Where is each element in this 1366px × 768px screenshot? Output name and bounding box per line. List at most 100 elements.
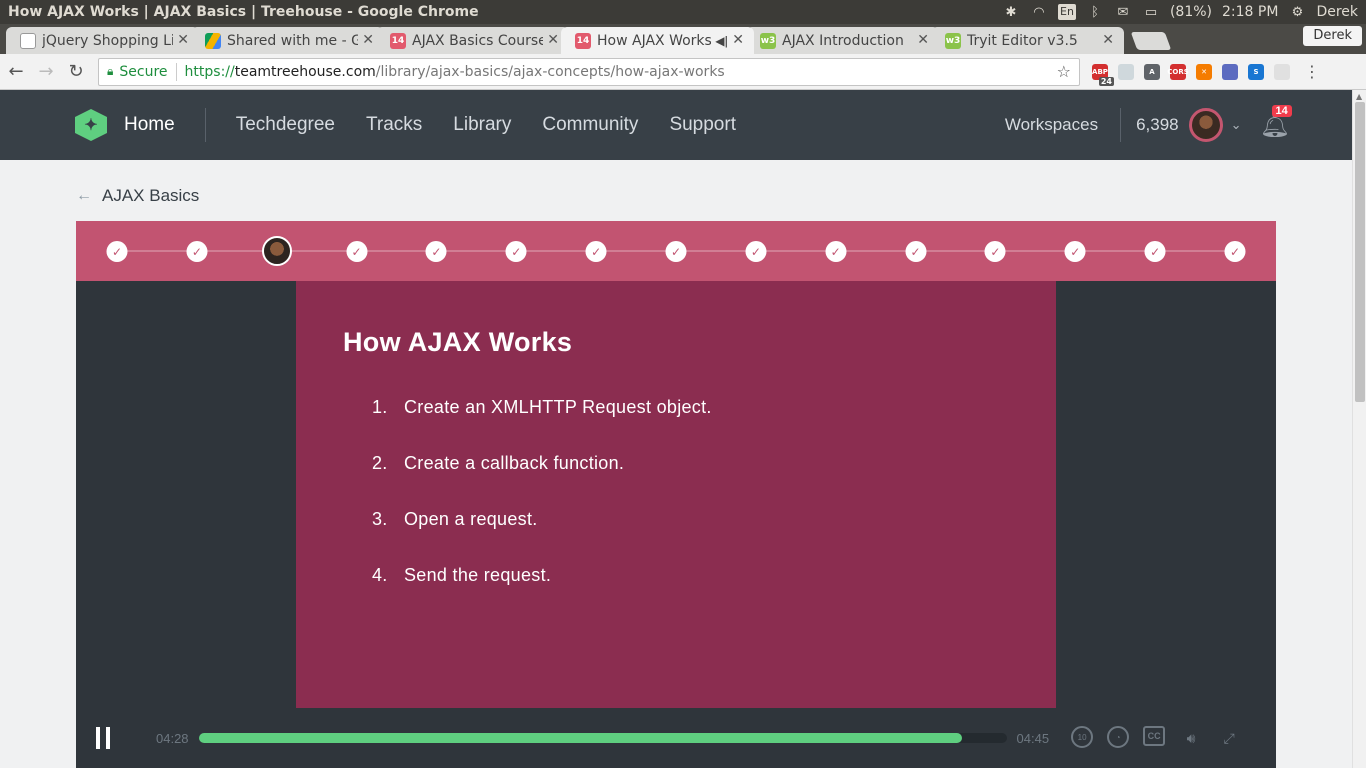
close-icon[interactable]: ✕ (732, 32, 744, 48)
nav-workspaces[interactable]: Workspaces (1005, 115, 1098, 135)
settings-gear-icon[interactable]: ✱ (1002, 5, 1020, 20)
step-complete-check-icon[interactable]: ✓ (106, 241, 128, 262)
seek-bar-progress[interactable] (198, 733, 963, 743)
tab-tryit-editor[interactable]: w3 Tryit Editor v3.5 ✕ (931, 27, 1124, 54)
scrollbar-thumb[interactable] (1355, 102, 1365, 402)
step-complete-check-icon[interactable]: ✓ (745, 241, 767, 262)
step-complete-check-icon[interactable]: ✓ (346, 241, 368, 262)
google-drive-icon (205, 32, 221, 49)
nav-library[interactable]: Library (453, 114, 511, 136)
list-number: 1. (372, 397, 388, 417)
clock[interactable]: 2:18 PM (1222, 4, 1278, 20)
tab-how-ajax-works[interactable]: 14 How AJAX Works ◀ǀ ✕ (561, 27, 754, 54)
battery-icon[interactable]: ▭ (1142, 5, 1160, 20)
tab-ajax-basics-course[interactable]: 14 AJAX Basics Course ✕ (376, 27, 569, 54)
step-complete-check-icon[interactable]: ✓ (425, 241, 447, 262)
secure-label[interactable]: Secure (119, 64, 167, 80)
chevron-down-icon[interactable]: ⌄ (1231, 117, 1242, 133)
audio-playing-icon[interactable]: ◀ǀ (715, 34, 728, 48)
back-arrow-icon[interactable]: ← (2, 58, 30, 86)
session-user[interactable]: Derek (1316, 4, 1358, 20)
slide-title: How AJAX Works (343, 327, 573, 357)
step-complete-check-icon[interactable]: ✓ (984, 241, 1006, 262)
step-complete-check-icon[interactable]: ✓ (585, 241, 607, 262)
lock-icon[interactable]: 🔒︎ (107, 64, 113, 79)
step-complete-check-icon[interactable]: ✓ (1224, 241, 1246, 262)
nav-techdegree[interactable]: Techdegree (236, 114, 335, 136)
closed-captions-icon[interactable]: CC (1143, 726, 1166, 746)
step-complete-check-icon[interactable]: ✓ (665, 241, 687, 262)
tab-shared-with-me[interactable]: Shared with me - Go ✕ (191, 27, 384, 54)
close-icon[interactable]: ✕ (547, 32, 559, 48)
avatar[interactable] (1188, 108, 1223, 142)
new-tab-button[interactable] (1130, 32, 1172, 50)
list-number: 4. (372, 565, 388, 585)
forward-arrow-icon[interactable]: → (32, 58, 60, 86)
step-complete-check-icon[interactable]: ✓ (1064, 241, 1086, 262)
step-complete-check-icon[interactable]: ✓ (505, 241, 527, 262)
address-bar[interactable]: 🔒︎ Secure https:// teamtreehouse.com /li… (98, 57, 1080, 86)
step-complete-check-icon[interactable]: ✓ (905, 241, 927, 262)
divider (175, 62, 177, 81)
treehouse-logo-icon[interactable]: ✦ (75, 109, 107, 141)
step-complete-check-icon[interactable]: ✓ (1144, 241, 1166, 262)
cors-icon[interactable]: CORS (1167, 63, 1189, 80)
step-complete-check-icon[interactable]: ✓ (825, 241, 847, 262)
divider (1120, 108, 1122, 142)
step-current-avatar[interactable] (261, 236, 292, 266)
tab-label: Tryit Editor v3.5 (967, 32, 1078, 49)
divider (204, 108, 206, 142)
points-count[interactable]: 6,398 (1136, 115, 1179, 135)
page-scrollbar[interactable]: ▲ (1352, 90, 1366, 768)
power-gear-icon[interactable]: ⚙ (1288, 5, 1306, 20)
url-host: teamtreehouse.com (234, 63, 376, 80)
nav-community[interactable]: Community (542, 114, 638, 136)
video-player[interactable]: How AJAX Works 1. Create an XMLHTTP Reque… (76, 281, 1276, 708)
close-icon[interactable]: ✕ (362, 32, 374, 48)
course-progress-steps: ✓ ✓ ✓ ✓ ✓ ✓ ✓ ✓ ✓ ✓ ✓ ✓ ✓ ✓ (76, 221, 1276, 281)
cast-icon[interactable] (1274, 63, 1290, 80)
list-item: 4. Send the request. (372, 565, 712, 621)
close-icon[interactable]: ✕ (917, 32, 929, 48)
notifications[interactable]: 🔔︎ 14 (1260, 104, 1292, 140)
close-icon[interactable]: ✕ (1102, 32, 1114, 48)
tab-label: How AJAX Works (597, 32, 712, 49)
step-complete-check-icon[interactable]: ✓ (186, 241, 208, 262)
adblock-icon[interactable]: ABP 24 (1092, 63, 1114, 86)
nav-tracks[interactable]: Tracks (366, 114, 422, 136)
fullscreen-icon[interactable]: ⤢ (1217, 726, 1241, 750)
battery-percent: (81%) (1169, 4, 1213, 20)
close-icon[interactable]: ✕ (177, 32, 189, 48)
tab-ajax-introduction[interactable]: w3 AJAX Introduction ✕ (746, 27, 939, 54)
orange-extension-icon[interactable]: ✕ (1196, 63, 1212, 80)
scroll-up-arrow-icon[interactable]: ▲ (1356, 92, 1362, 101)
nav-home[interactable]: Home (124, 114, 175, 136)
rewind-10-icon[interactable]: 10 (1071, 726, 1094, 748)
list-item: 2. Create a callback function. (372, 453, 712, 509)
angular-icon[interactable]: A (1144, 63, 1160, 80)
wifi-icon[interactable]: ◠ (1030, 5, 1048, 20)
chrome-menu-icon[interactable]: ⋮ (1304, 62, 1320, 81)
keyboard-language-indicator[interactable]: En (1057, 4, 1076, 20)
profile-button[interactable]: Derek (1303, 26, 1362, 46)
extension-badge: 24 (1098, 76, 1114, 86)
reload-icon[interactable]: ↻ (62, 58, 90, 86)
back-arrow-icon[interactable]: ← (76, 187, 92, 205)
breadcrumb[interactable]: ← AJAX Basics (76, 186, 199, 206)
seek-bar[interactable] (198, 733, 1007, 743)
course-link[interactable]: AJAX Basics (102, 186, 199, 206)
tab-jquery-shopping[interactable]: jQuery Shopping Li ✕ (6, 27, 199, 54)
pause-button[interactable] (96, 727, 116, 749)
extension-icon[interactable] (1118, 63, 1134, 80)
bluetooth-icon[interactable]: ᛒ (1086, 5, 1104, 20)
eyedropper-icon[interactable] (1222, 63, 1238, 80)
browser-toolbar: ← → ↻ 🔒︎ Secure https:// teamtreehouse.c… (0, 54, 1366, 90)
mail-icon[interactable]: ✉ (1114, 5, 1132, 20)
s-extension-icon[interactable]: S (1248, 63, 1264, 80)
nav-support[interactable]: Support (669, 114, 736, 136)
volume-icon[interactable]: 🔊︎ (1179, 726, 1203, 750)
playback-speed-icon[interactable]: ◔ (1107, 726, 1130, 748)
list-text: Create an XMLHTTP Request object. (404, 397, 712, 417)
bookmark-star-icon[interactable]: ☆ (1057, 62, 1071, 81)
duration: 04:45 (1016, 730, 1050, 746)
